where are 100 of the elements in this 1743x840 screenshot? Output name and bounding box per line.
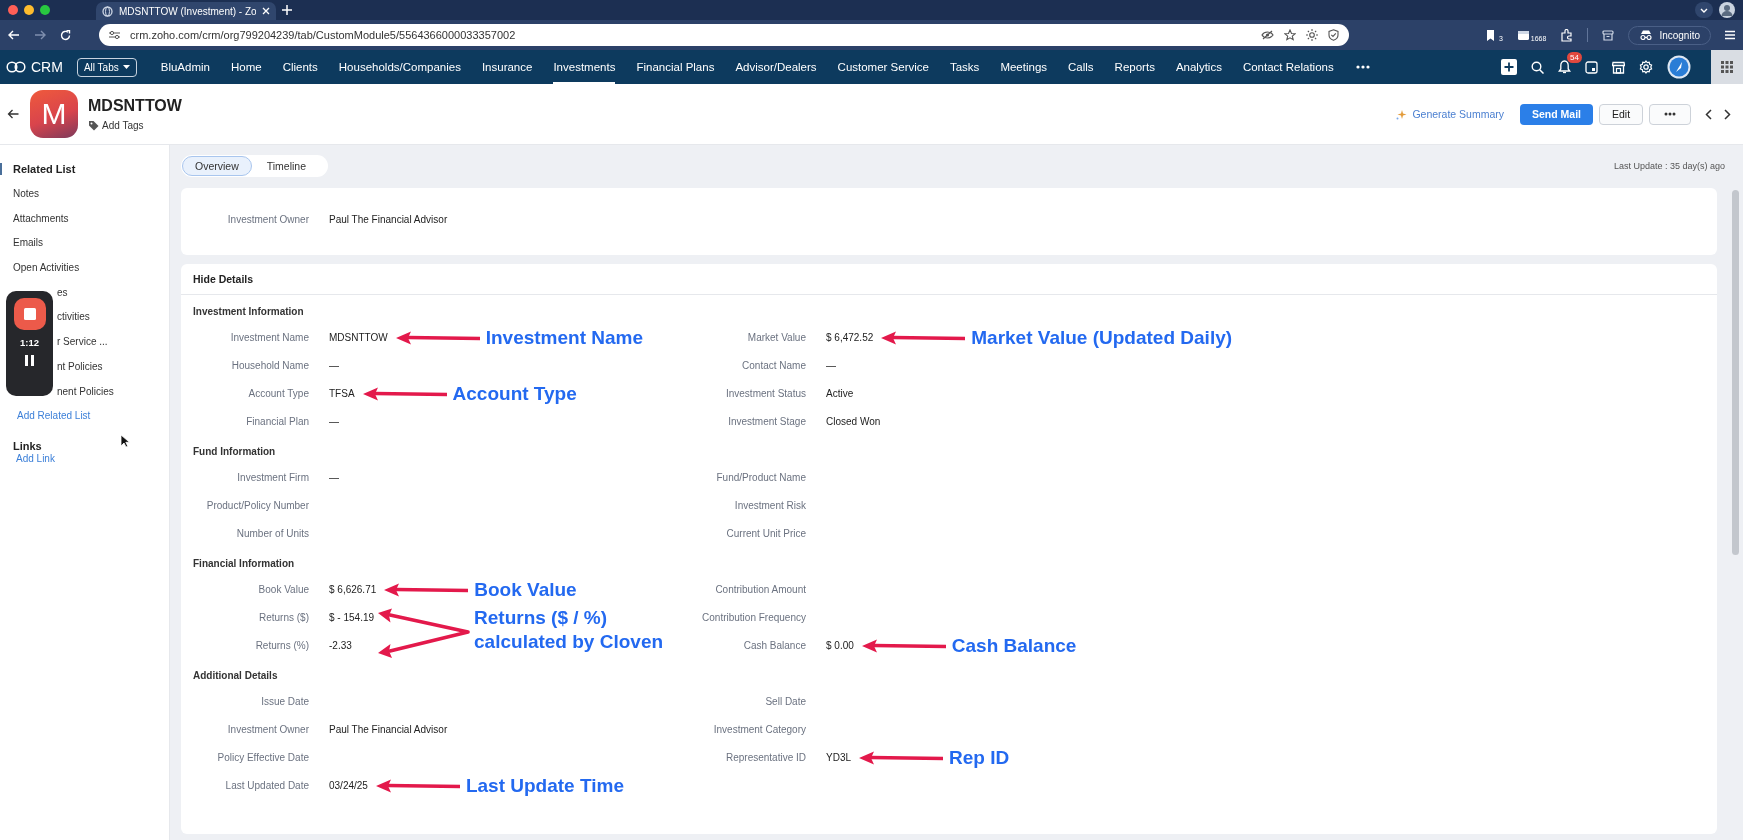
browser-tab[interactable]: MDSNTTOW (Investment) - Zo [96,2,276,20]
related-list-item[interactable]: ctivities [57,308,90,334]
last-update-text: Last Update : 35 day(s) ago [1613,161,1725,171]
field-value: — [826,359,836,373]
annotation-text: Account Type [452,382,577,406]
next-icon[interactable] [1724,108,1731,120]
calendar-icon[interactable] [1516,28,1530,42]
field-value: $ 6,472.52 [826,331,874,345]
nav-tab[interactable]: Calls [1068,50,1094,84]
nav-tab[interactable]: BluAdmin [160,50,210,84]
stop-button[interactable] [13,298,46,330]
more-icon [1664,112,1676,116]
apps-icon[interactable] [1721,61,1733,73]
address-field[interactable]: crm.zoho.com/crm/org799204239/tab/CustomModule5/5564366000033357002 [99,24,1349,46]
nav-tab[interactable]: Insurance [481,50,533,84]
nav-tab[interactable]: Clients [282,50,318,84]
plus-icon[interactable] [282,5,292,15]
related-list-item[interactable]: r Service ... [57,333,108,358]
close-button[interactable] [8,5,18,15]
more-icon[interactable] [1355,65,1370,69]
related-list-item[interactable]: nent Policies [57,382,114,408]
nav-tab[interactable]: Financial Plans [636,50,715,84]
view-tab[interactable]: Overview [182,156,252,176]
search-icon[interactable] [1531,60,1544,74]
field-label: Returns (%) [254,639,309,653]
settings-icon[interactable] [1639,60,1653,74]
nav-tab[interactable]: Investments [553,50,616,84]
field-label: Investment Risk [733,499,806,513]
field-label: Investment Stage [727,415,806,429]
star-icon[interactable] [1284,29,1296,41]
recording-time: 1:12 [20,337,39,348]
eye-off-icon[interactable] [1261,30,1274,40]
generate-summary-link[interactable]: Generate Summary [1396,108,1504,120]
annotation-text: Market Value (Updated Daily) [971,326,1233,350]
nav-tab[interactable]: Home [230,50,262,84]
chevron-down-icon [1700,7,1708,13]
nav-tab[interactable]: Tasks [949,50,980,84]
field-value: $ 6,626.71 [329,583,377,597]
field-value: — [329,415,339,429]
back-icon[interactable] [7,109,19,119]
related-list-item[interactable]: Emails [13,234,43,260]
record-avatar: M [30,90,78,138]
forward-icon[interactable] [34,30,46,40]
globe-icon [102,5,113,17]
edit-button[interactable]: Edit [1599,103,1643,125]
related-list-item[interactable]: Notes [13,185,40,210]
user-avatar[interactable] [1667,55,1691,79]
dropdown-button[interactable] [1695,2,1713,18]
extensions-icon[interactable] [1560,28,1574,42]
related-list-item[interactable]: es [57,283,68,309]
previous-icon[interactable] [1705,108,1712,120]
nav-tab[interactable]: Advisor/Dealers [735,50,817,84]
field-label: Sell Date [764,695,806,709]
tune-icon [109,30,120,40]
storefront-icon[interactable] [1612,60,1625,74]
scrollbar[interactable] [1732,190,1739,555]
nav-tab[interactable]: Contact Relations [1242,50,1334,84]
add-related-list-link[interactable]: Add Related List [17,407,91,432]
related-list-item[interactable]: nt Policies [57,357,103,383]
menu-icon[interactable] [1725,30,1735,40]
note-icon[interactable] [1585,60,1598,74]
field-value: Closed Won [826,415,881,429]
collapse-icon[interactable] [0,162,3,175]
shield-icon[interactable] [1328,29,1339,41]
field-label: Product/Policy Number [205,499,309,513]
field-label: Investment Name [229,331,309,345]
bell-icon[interactable] [1558,60,1571,74]
add-link[interactable]: Add Link [13,452,55,464]
all-tabs-dropdown[interactable]: All Tabs [76,57,137,77]
add-tags-link[interactable]: Add Tags [88,120,182,131]
nav-tab[interactable]: Meetings [1000,50,1048,84]
field-label: Investment Firm [236,471,309,485]
annotation-text: Last Update Time [465,774,624,798]
zoom-button[interactable] [40,5,50,15]
nav-tab[interactable]: Customer Service [837,50,929,84]
minimize-button[interactable] [24,5,34,15]
related-list-item[interactable]: Open Activities [13,259,80,284]
box-icon[interactable] [1602,29,1615,41]
section-title: Financial Information [193,557,296,571]
section-title: Additional Details [193,669,279,683]
send-mail-button[interactable]: Send Mail [1520,103,1593,125]
profile-avatar[interactable] [1719,2,1735,18]
hide-details-toggle[interactable]: Hide Details [193,273,254,285]
section-title: Fund Information [193,445,277,459]
pause-icon[interactable] [25,355,34,366]
field-value: — [329,471,339,485]
nav-tab[interactable]: Households/Companies [338,50,461,84]
view-tab[interactable]: Timeline [253,156,320,176]
nav-tab[interactable]: Reports [1114,50,1155,84]
reload-icon[interactable] [60,29,71,41]
field-value: YD3L [826,751,851,765]
field-value: -2.33 [329,639,352,653]
field-label: Investment Owner [226,213,309,227]
sun-icon[interactable] [1306,29,1318,41]
section-title: Investment Information [193,305,305,319]
close-icon[interactable] [262,7,270,15]
add-icon[interactable] [1501,59,1517,75]
field-value: $ 0.00 [826,639,854,653]
nav-tab[interactable]: Analytics [1175,50,1222,84]
related-list-item[interactable]: Attachments [13,209,69,235]
